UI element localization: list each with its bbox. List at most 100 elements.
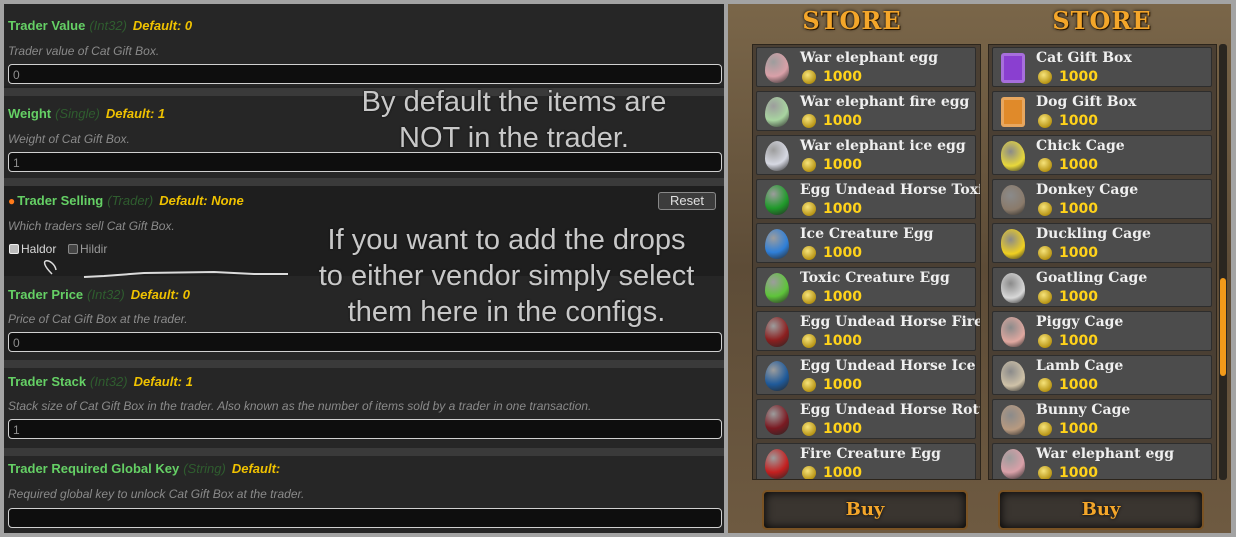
store-item[interactable]: Goatling Cage 1000 <box>992 267 1212 307</box>
weight-type: (Single) <box>55 106 100 121</box>
weight-description: Weight of Cat Gift Box. <box>8 132 130 146</box>
store-item[interactable]: Chick Cage 1000 <box>992 135 1212 175</box>
bunny-icon <box>1001 405 1025 435</box>
hildir-label: Hildir <box>80 242 108 256</box>
coin-icon <box>1038 114 1052 128</box>
store-item-name: Donkey Cage <box>1036 182 1139 198</box>
store-item-price: 1000 <box>1059 289 1098 305</box>
reset-button[interactable]: Reset <box>658 192 716 210</box>
trader-selling-description: Which traders sell Cat Gift Box. <box>8 219 175 233</box>
store-item-name: Chick Cage <box>1036 138 1125 154</box>
store-item[interactable]: Fire Creature Egg 1000 <box>756 443 976 480</box>
store-item-name: Goatling Cage <box>1036 270 1148 286</box>
trader-value-section: Trader Value (Int32) Default: 0 Trader val… <box>4 4 724 86</box>
trader-stack-title-row: Trader Stack (Int32) Default: 1 <box>8 374 193 389</box>
coin-icon <box>1038 290 1052 304</box>
annotation-note-default: By default the items are NOT in the trad… <box>314 84 714 156</box>
store-item[interactable]: Duckling Cage 1000 <box>992 223 1212 263</box>
trader-value-description: Trader value of Cat Gift Box. <box>8 44 160 58</box>
store-item[interactable]: War elephant egg 1000 <box>992 443 1212 480</box>
store-item[interactable]: Piggy Cage 1000 <box>992 311 1212 351</box>
store-item[interactable]: Egg Undead Horse Toxic 1000 <box>756 179 980 219</box>
trader-price-default: Default: 0 <box>130 287 190 302</box>
store-item-price: 1000 <box>823 333 862 349</box>
lamb-icon <box>1001 361 1025 391</box>
store-item[interactable]: Egg Undead Horse Fire 1000 <box>756 311 980 351</box>
trader-price-description: Price of Cat Gift Box at the trader. <box>8 312 188 326</box>
annotation-arrow <box>44 260 288 278</box>
annotation-note-default-line1: By default the items are <box>361 86 667 118</box>
store-item-name: Cat Gift Box <box>1036 50 1132 66</box>
coin-icon <box>1038 378 1052 392</box>
screenshot-root: Trader Value (Int32) Default: 0 Trader val… <box>0 0 1236 537</box>
store-item[interactable]: Egg Undead Horse Ice 1000 <box>756 355 976 395</box>
store-item-name: Egg Undead Horse Fire <box>800 314 981 330</box>
coin-icon <box>802 422 816 436</box>
store-item-price: 1000 <box>1059 465 1098 480</box>
store-item[interactable]: War elephant fire egg 1000 <box>756 91 976 131</box>
trader-selling-title: Trader Selling <box>17 193 104 208</box>
store-item-name: Duckling Cage <box>1036 226 1151 242</box>
hildir-toggle[interactable]: Hildir <box>68 242 107 256</box>
store-item[interactable]: War elephant ice egg 1000 <box>756 135 976 175</box>
purple-gift-box-icon <box>1001 53 1025 83</box>
pink-egg-icon <box>1001 449 1025 479</box>
store-item-price: 1000 <box>823 245 862 261</box>
coin-icon <box>802 114 816 128</box>
haldor-label: Haldor <box>21 242 57 256</box>
annotation-note-select-line3: them here in the configs. <box>347 296 666 328</box>
store-item-name: War elephant egg <box>800 50 939 66</box>
annotation-note-select: If you want to add the drops to either v… <box>294 222 719 330</box>
store-item-price: 1000 <box>823 69 862 85</box>
store-item-price: 1000 <box>823 201 862 217</box>
pink-egg-icon <box>765 53 789 83</box>
haldor-toggle[interactable]: Haldor <box>9 242 56 256</box>
weight-title: Weight <box>8 106 52 121</box>
store-item-name: War elephant fire egg <box>800 94 970 110</box>
modified-dot-icon: ● <box>8 194 16 208</box>
blue-egg-icon <box>765 229 789 259</box>
lime-egg-icon <box>765 273 789 303</box>
coin-icon <box>802 466 816 479</box>
store-item-name: Egg Undead Horse Rotten <box>800 402 980 418</box>
store-item-price: 1000 <box>823 113 862 129</box>
divider <box>4 448 724 456</box>
store-scrollbar[interactable] <box>1219 44 1227 480</box>
coin-icon <box>802 290 816 304</box>
store-item[interactable]: Toxic Creature Egg 1000 <box>756 267 976 307</box>
store-item-price: 1000 <box>823 465 862 480</box>
trader-stack-default: Default: 1 <box>133 374 193 389</box>
trader-stack-input[interactable]: 1 <box>8 419 722 439</box>
dark-blue-egg-icon <box>765 361 789 391</box>
store-item[interactable]: Lamb Cage 1000 <box>992 355 1212 395</box>
donkey-icon <box>1001 185 1025 215</box>
trader-price-type: (Int32) <box>87 287 125 302</box>
store-item[interactable]: Bunny Cage 1000 <box>992 399 1212 439</box>
checkbox-unchecked-icon <box>68 244 78 254</box>
store-scrollbar-thumb[interactable] <box>1220 278 1226 376</box>
trader-price-title: Trader Price <box>8 287 84 302</box>
store-item-name: Lamb Cage <box>1036 358 1124 374</box>
trader-price-input[interactable]: 0 <box>8 332 722 352</box>
coin-icon <box>1038 422 1052 436</box>
green-egg-icon <box>765 185 789 215</box>
trader-value-input[interactable]: 0 <box>8 64 722 84</box>
store-item[interactable]: Egg Undead Horse Rotten 1000 <box>756 399 980 439</box>
store-item[interactable]: Dog Gift Box 1000 <box>992 91 1212 131</box>
store-item[interactable]: Ice Creature Egg 1000 <box>756 223 976 263</box>
red-egg-icon <box>765 449 789 479</box>
store-item-name: Toxic Creature Egg <box>800 270 950 286</box>
store-item[interactable]: Donkey Cage 1000 <box>992 179 1212 219</box>
store-item-name: Fire Creature Egg <box>800 446 941 462</box>
buy-button-right[interactable]: Buy <box>998 490 1204 530</box>
coin-icon <box>1038 466 1052 479</box>
store-item[interactable]: Cat Gift Box 1000 <box>992 47 1212 87</box>
store-item[interactable]: War elephant egg 1000 <box>756 47 976 87</box>
coin-icon <box>1038 334 1052 348</box>
buy-button-left[interactable]: Buy <box>762 490 968 530</box>
trader-required-key-input[interactable] <box>8 508 722 528</box>
store-item-price: 1000 <box>823 421 862 437</box>
store-item-name: Bunny Cage <box>1036 402 1131 418</box>
trader-stack-section: Trader Stack (Int32) Default: 1 Stack size… <box>4 368 724 448</box>
store-item-name: Egg Undead Horse Toxic <box>800 182 981 198</box>
